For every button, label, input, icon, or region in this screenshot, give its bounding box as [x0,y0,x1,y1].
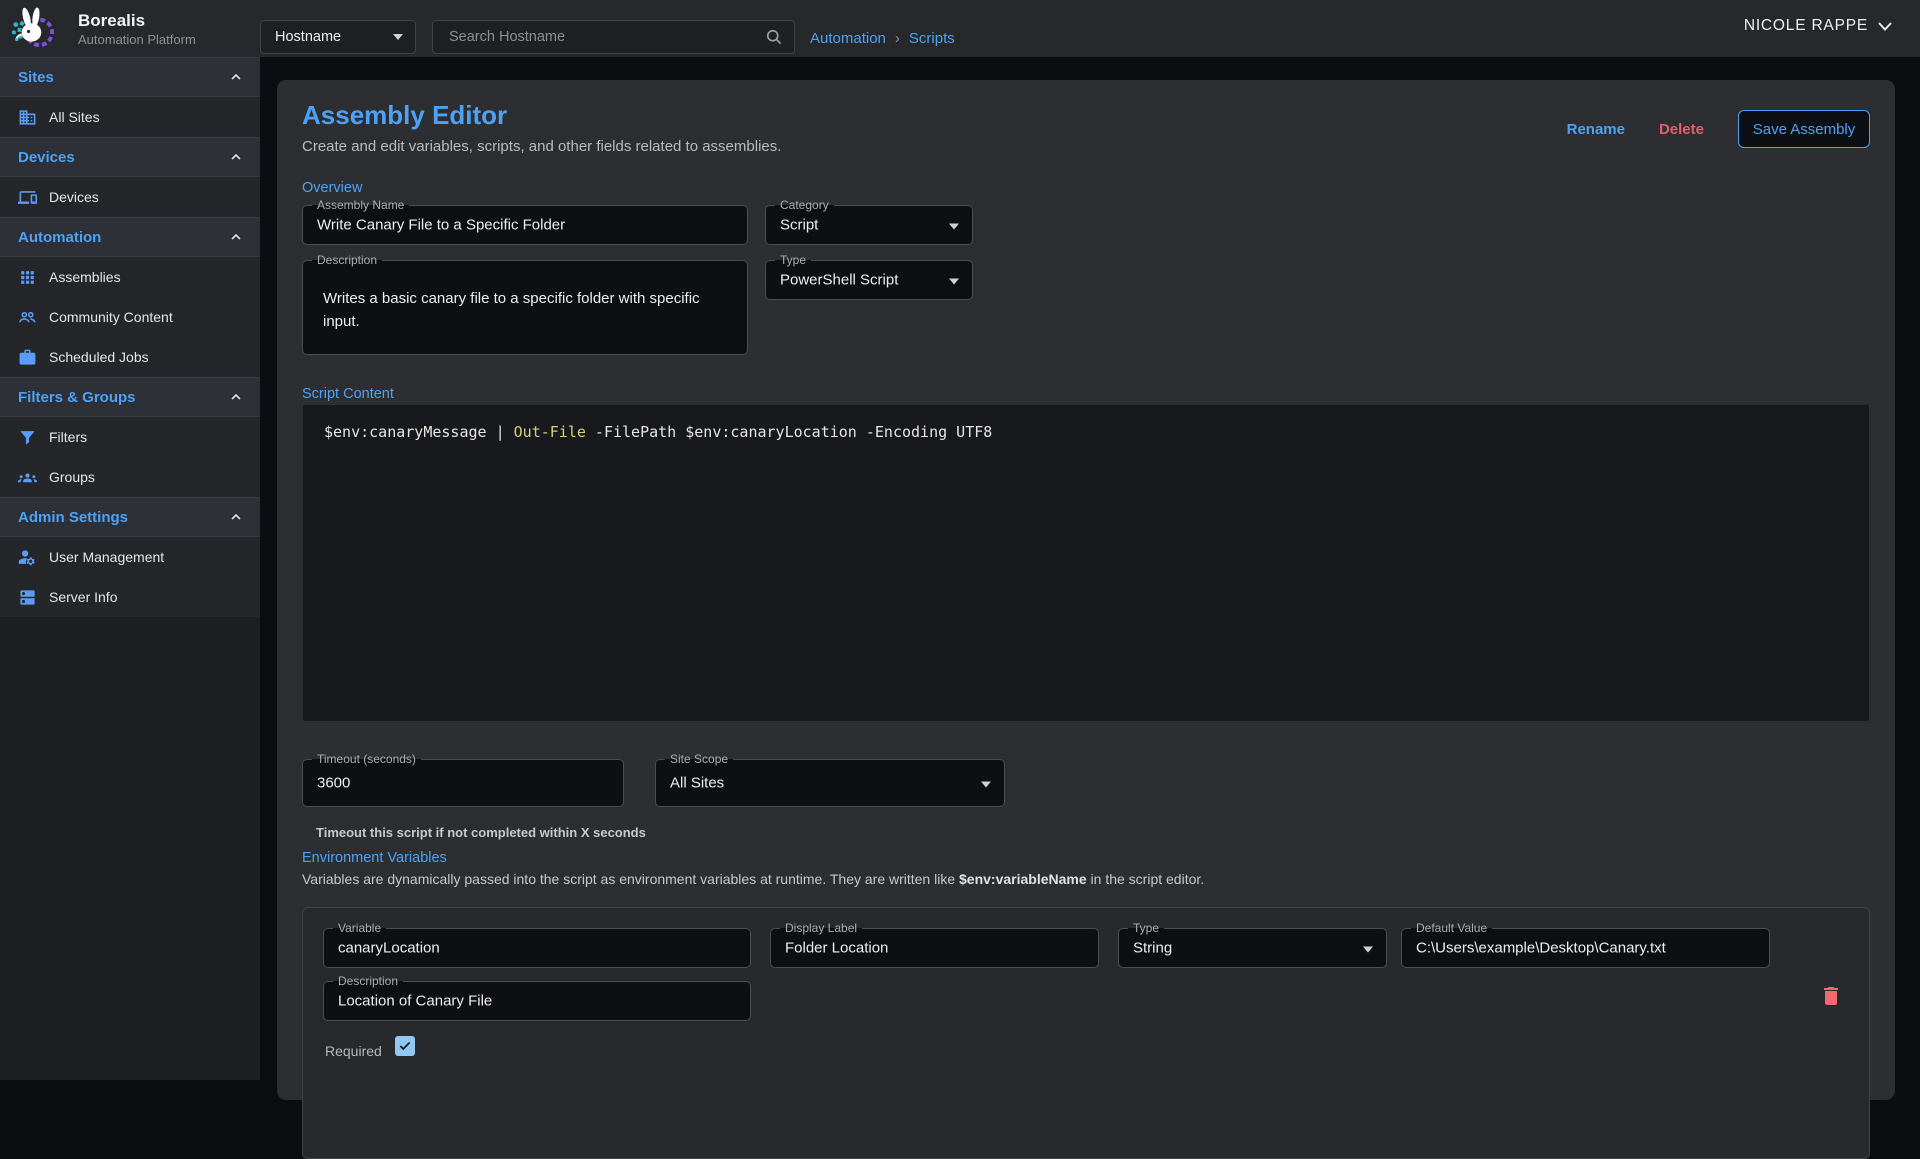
grid-icon [18,268,37,287]
briefcase-icon [18,348,37,367]
devices-icon [18,188,37,207]
search-hostname-box[interactable] [432,20,795,54]
site-scope-select[interactable]: Site Scope All Sites [655,759,1005,807]
type-select[interactable]: Type PowerShell Script [765,260,973,300]
chevron-down-icon [393,34,403,40]
hostname-select-value: Hostname [275,29,341,45]
env-var-code-token: $env:variableName [959,871,1087,887]
chevron-down-icon [949,279,959,285]
sidebar-item-user-management[interactable]: User Management [0,537,260,577]
script-content-section-label: Script Content [302,386,394,402]
sidebar-item-server-info[interactable]: Server Info [0,577,260,617]
timeout-helper-text: Timeout this script if not completed wit… [316,825,646,840]
editor-actions: Rename Delete Save Assembly [1567,110,1870,148]
delete-button[interactable]: Delete [1659,121,1704,138]
assembly-name-field[interactable]: Assembly Name Write Canary File to a Spe… [302,205,748,245]
breadcrumb: Automation › Scripts [810,30,955,47]
breadcrumb-scripts[interactable]: Scripts [909,30,955,47]
hostname-select[interactable]: Hostname [260,20,416,54]
sidebar-section-filters-groups[interactable]: Filters & Groups [0,377,260,417]
building-icon [18,108,37,127]
chevron-up-icon [228,69,244,85]
sidebar-item-all-sites[interactable]: All Sites [0,97,260,137]
brand-name: Borealis [78,11,145,31]
sidebar-section-automation[interactable]: Automation [0,217,260,257]
check-icon [398,1039,412,1053]
top-bar: Borealis Automation Platform Hostname Au… [0,0,1920,57]
env-variable-card: Variable canaryLocation Display Label Fo… [302,907,1870,1159]
sidebar-item-filters[interactable]: Filters [0,417,260,457]
brand-tagline: Automation Platform [78,32,196,47]
env-vars-section-label: Environment Variables [302,850,447,866]
sidebar-item-devices[interactable]: Devices [0,177,260,217]
variable-description-field[interactable]: Description Location of Canary File [323,981,751,1021]
assembly-editor-panel: Assembly Editor Create and edit variable… [277,80,1895,1100]
chevron-up-icon [228,229,244,245]
sidebar-item-groups[interactable]: Groups [0,457,260,497]
chevron-down-icon [981,782,991,788]
chevron-down-icon [1878,22,1892,31]
timeout-field[interactable]: Timeout (seconds) 3600 [302,759,624,807]
page-subtitle: Create and edit variables, scripts, and … [302,138,781,155]
env-vars-description: Variables are dynamically passed into th… [302,871,1204,887]
sidebar-item-assemblies[interactable]: Assemblies [0,257,260,297]
page-title: Assembly Editor [302,100,507,131]
category-select[interactable]: Category Script [765,205,973,245]
chevron-up-icon [228,149,244,165]
people-icon [18,308,37,327]
delete-variable-button[interactable] [1819,984,1843,1008]
breadcrumb-automation[interactable]: Automation [810,30,886,47]
borealis-logo-icon [8,5,55,52]
chevron-down-icon [1363,947,1373,953]
user-gear-icon [18,548,37,567]
overview-section-label: Overview [302,180,362,196]
funnel-icon [18,428,37,447]
sidebar-section-sites[interactable]: Sites [0,57,260,97]
user-name: NICOLE RAPPE [1744,17,1868,35]
default-value-field[interactable]: Default Value C:\Users\example\Desktop\C… [1401,928,1770,968]
groups-icon [18,468,37,487]
chevron-up-icon [228,509,244,525]
cmdlet-token: Out-File [514,423,586,441]
breadcrumb-separator: › [895,30,900,47]
description-field[interactable]: Description Writes a basic canary file t… [302,260,748,355]
display-label-field[interactable]: Display Label Folder Location [770,928,1099,968]
variable-name-field[interactable]: Variable canaryLocation [323,928,751,968]
sidebar-item-community-content[interactable]: Community Content [0,297,260,337]
variable-type-select[interactable]: Type String [1118,928,1387,968]
chevron-up-icon [228,389,244,405]
sidebar: Sites All Sites Devices Devices Automati… [0,57,260,1080]
sidebar-section-devices[interactable]: Devices [0,137,260,177]
script-code-editor[interactable]: $env:canaryMessage | Out-File -FilePath … [302,404,1870,722]
trash-icon [1819,984,1843,1008]
rename-button[interactable]: Rename [1567,121,1625,138]
search-icon [764,27,784,47]
required-label: Required [325,1043,382,1059]
sidebar-item-scheduled-jobs[interactable]: Scheduled Jobs [0,337,260,377]
search-input[interactable] [433,29,764,45]
chevron-down-icon [949,224,959,230]
sidebar-section-admin-settings[interactable]: Admin Settings [0,497,260,537]
user-menu[interactable]: NICOLE RAPPE [1744,17,1892,35]
save-assembly-button[interactable]: Save Assembly [1738,110,1870,148]
required-checkbox[interactable] [395,1036,415,1056]
script-code-line: $env:canaryMessage | Out-File -FilePath … [324,423,992,441]
server-icon [18,588,37,607]
